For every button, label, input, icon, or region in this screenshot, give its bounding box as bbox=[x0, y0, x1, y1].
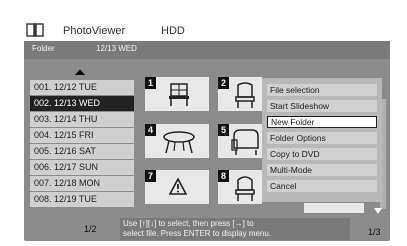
thumbnail-1[interactable]: 1 bbox=[145, 77, 209, 111]
warning-icon bbox=[169, 178, 187, 195]
menu-item-cancel[interactable]: Cancel bbox=[267, 180, 377, 192]
folder-item[interactable]: 008. 12/19 TUE bbox=[30, 192, 134, 207]
thumbnail-page-indicator: 1/3 bbox=[368, 227, 381, 237]
help-hint: Use [↑][↓] to select, then press [→] to … bbox=[120, 218, 350, 240]
thumbnail-7[interactable]: 7 bbox=[145, 170, 209, 204]
thumbnail-number: 4 bbox=[145, 124, 156, 136]
sofa-icon bbox=[231, 129, 259, 155]
thumbnail-8[interactable]: 8 bbox=[218, 170, 262, 204]
scroll-up-arrow-icon[interactable] bbox=[75, 69, 85, 75]
chair-icon bbox=[169, 83, 189, 106]
thumbnail-number: 7 bbox=[145, 170, 156, 182]
thumbnail-number: 1 bbox=[145, 77, 156, 89]
folder-item-selected[interactable]: 002. 12/13 WED bbox=[30, 96, 134, 111]
menu-item-copy-to-dvd[interactable]: Copy to DVD bbox=[267, 148, 377, 160]
chair-icon bbox=[235, 176, 255, 201]
thumbnail-4[interactable]: 4 bbox=[145, 124, 209, 158]
context-menu: File selection Start Slideshow New Folde… bbox=[262, 78, 382, 202]
table-icon bbox=[163, 131, 195, 154]
thumbnail-partial[interactable] bbox=[304, 203, 364, 213]
photo-viewer-screen: PhotoViewer HDD Folder 12/13 WED 001. 12… bbox=[0, 0, 407, 246]
app-title: PhotoViewer bbox=[63, 25, 126, 37]
thumbnail-2[interactable]: 2 bbox=[218, 77, 262, 111]
menu-item-new-folder[interactable]: New Folder bbox=[267, 116, 377, 128]
hint-line-2: select file. Press ENTER to display menu… bbox=[123, 229, 272, 238]
thumbnail-number: 2 bbox=[218, 77, 229, 89]
top-bar: PhotoViewer HDD bbox=[0, 0, 407, 44]
folder-item[interactable]: 004. 12/15 FRI bbox=[30, 128, 134, 143]
folder-label: Folder bbox=[32, 44, 55, 53]
folder-item[interactable]: 006. 12/17 SUN bbox=[30, 160, 134, 175]
browser-panel: Folder 12/13 WED 001. 12/12 TUE 002. 12/… bbox=[24, 41, 390, 241]
thumbnail-number: 8 bbox=[218, 170, 229, 182]
menu-item-file-selection[interactable]: File selection bbox=[267, 84, 377, 96]
hint-line-1: Use [↑][↓] to select, then press [→] to bbox=[123, 219, 254, 228]
folder-item[interactable]: 003. 12/14 THU bbox=[30, 112, 134, 127]
chair-icon bbox=[235, 82, 255, 108]
scroll-down-arrow-icon[interactable] bbox=[374, 208, 382, 214]
folder-item[interactable]: 001. 12/12 TUE bbox=[30, 80, 134, 95]
panel-header: Folder 12/13 WED bbox=[24, 41, 390, 59]
device-label: HDD bbox=[161, 25, 185, 37]
current-folder-date: 12/13 WED bbox=[96, 44, 137, 53]
menu-item-start-slideshow[interactable]: Start Slideshow bbox=[267, 100, 377, 112]
menu-item-folder-options[interactable]: Folder Options bbox=[267, 132, 377, 144]
folder-item[interactable]: 005. 12/16 SAT bbox=[30, 144, 134, 159]
book-icon bbox=[26, 23, 44, 37]
menu-item-multi-mode[interactable]: Multi-Mode bbox=[267, 164, 377, 176]
folder-page-indicator: 1/2 bbox=[84, 224, 97, 234]
thumbnail-number: 5 bbox=[218, 124, 229, 136]
folder-item[interactable]: 007. 12/18 MON bbox=[30, 176, 134, 191]
thumbnail-5[interactable]: 5 bbox=[218, 124, 262, 158]
